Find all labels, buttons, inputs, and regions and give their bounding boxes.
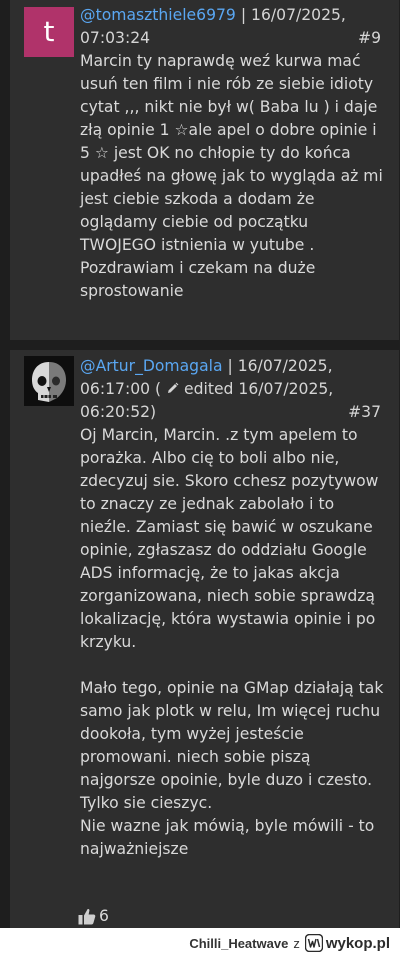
pencil-icon — [168, 382, 179, 393]
edited-label: edited 16/07/2025, — [184, 380, 334, 398]
avatar[interactable] — [24, 356, 74, 406]
comment-text: Oj Marcin, Marcin. .z tym apelem to pora… — [80, 426, 384, 858]
like-count: 6 — [99, 907, 109, 925]
comment-meta: @tomaszthiele6979 | 16/07/2025, 07:03:24… — [80, 4, 387, 50]
comments-screen: t @tomaszthiele6979 | 16/07/2025, 07:03:… — [0, 0, 400, 928]
post-number-link[interactable]: #37 — [348, 401, 381, 424]
comment-body: @tomaszthiele6979 | 16/07/2025, 07:03:24… — [80, 4, 387, 303]
comment-meta: @Artur_Domagala | 16/07/2025, 06:17:00 (… — [80, 355, 387, 424]
wykop-logo: wykop.pl — [304, 934, 390, 952]
comment-time: 07:03:24 — [80, 29, 151, 47]
comment-body: @Artur_Domagala | 16/07/2025, 06:17:00 (… — [80, 355, 387, 861]
avatar[interactable]: t — [24, 7, 74, 57]
comment-card: t @tomaszthiele6979 | 16/07/2025, 07:03:… — [10, 0, 399, 340]
thumbs-up-icon — [78, 908, 96, 924]
username-link[interactable]: @tomaszthiele6979 — [80, 6, 236, 24]
username-link[interactable]: @Artur_Domagala — [80, 357, 223, 375]
comment-card: @Artur_Domagala | 16/07/2025, 06:17:00 (… — [10, 350, 399, 928]
comment-text: Marcin ty naprawdę weź kurwa mać usuń te… — [80, 52, 383, 300]
meta-separator: | — [240, 6, 247, 24]
skull-portrait-icon — [24, 356, 74, 406]
like-button[interactable]: 6 — [78, 907, 109, 925]
wykop-logo-icon — [304, 934, 323, 952]
comment-date: 16/07/2025, — [251, 6, 346, 24]
edited-time: 06:20:52) — [80, 403, 157, 421]
post-number-link[interactable]: #9 — [358, 27, 381, 50]
footer-connector: z — [293, 935, 300, 951]
comment-time: 06:17:00 ( — [80, 380, 162, 398]
watermark-footer: Chilli_Heatwave z wykop.pl — [0, 928, 400, 958]
footer-username: Chilli_Heatwave — [189, 935, 289, 951]
comment-date: 16/07/2025, — [237, 357, 333, 375]
wykop-site-name: wykop.pl — [325, 934, 390, 952]
meta-separator: | — [227, 357, 233, 375]
